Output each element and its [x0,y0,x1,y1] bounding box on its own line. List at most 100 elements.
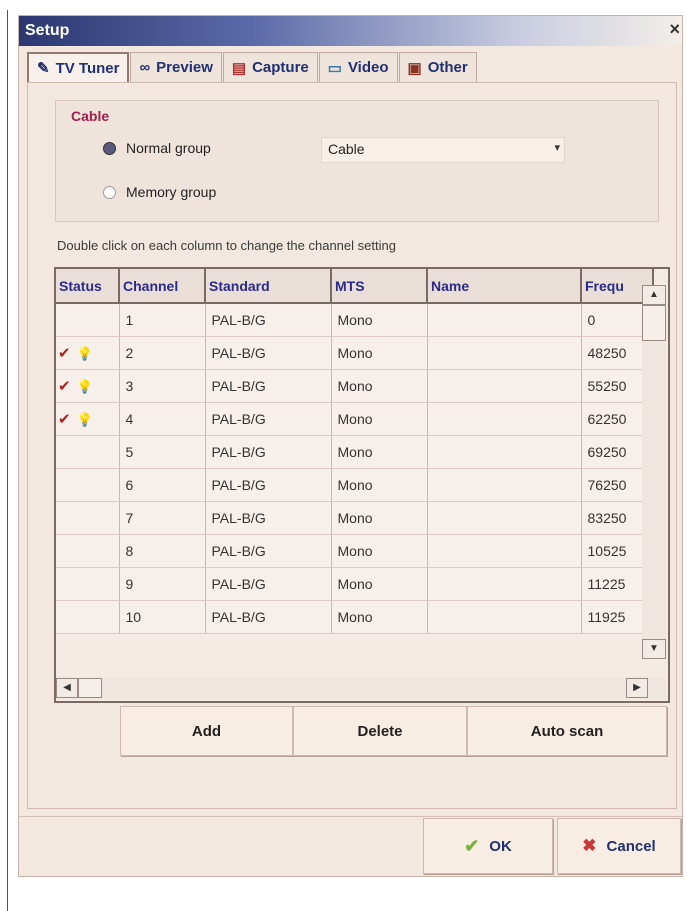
delete-button[interactable]: Delete [293,706,467,756]
cell-channel[interactable]: 2 [119,336,206,370]
cell-mts[interactable]: Mono [331,600,428,634]
cell-mts[interactable]: Mono [331,336,428,370]
cell-name[interactable] [427,600,582,634]
cell-standard[interactable]: PAL-B/G [205,567,332,601]
vertical-scrollbar[interactable]: ▲ ▼ [642,285,666,659]
lightbulb-icon: 💡 [76,412,93,427]
cell-channel[interactable]: 4 [119,402,206,436]
table-row[interactable]: ✔ 💡 3 PAL-B/G Mono 55250 [56,369,654,403]
capture-icon: ▤ [231,59,247,77]
title-bar[interactable]: Setup × [19,16,682,46]
cell-status[interactable] [56,600,120,634]
cell-channel[interactable]: 10 [119,600,206,634]
cell-standard[interactable]: PAL-B/G [205,435,332,469]
cable-select[interactable]: Cable ▾ [321,137,565,163]
cell-name[interactable] [427,336,582,370]
horizontal-scroll-thumb[interactable] [78,678,102,698]
cancel-button[interactable]: ✖ Cancel [557,818,681,874]
col-mts[interactable]: MTS [331,269,428,304]
col-standard[interactable]: Standard [205,269,332,304]
cell-name[interactable] [427,567,582,601]
cell-mts[interactable]: Mono [331,567,428,601]
table-row[interactable]: 7 PAL-B/G Mono 83250 [56,501,654,535]
scroll-left-icon[interactable]: ◀ [56,678,78,698]
col-channel[interactable]: Channel [119,269,206,304]
cell-channel[interactable]: 7 [119,501,206,535]
table-row[interactable]: 6 PAL-B/G Mono 76250 [56,468,654,502]
cell-status[interactable] [56,567,120,601]
tab-strip: ✎ TV Tuner ∞ Preview ▤ Capture ▭ Video ▣… [27,52,682,82]
cell-standard[interactable]: PAL-B/G [205,534,332,568]
cell-channel[interactable]: 8 [119,534,206,568]
cell-standard[interactable]: PAL-B/G [205,600,332,634]
hint-text: Double click on each column to change th… [57,238,396,253]
cell-status[interactable] [56,468,120,502]
cell-status[interactable]: ✔ 💡 [56,369,120,403]
cell-mts[interactable]: Mono [331,402,428,436]
table-row[interactable]: ✔ 💡 4 PAL-B/G Mono 62250 [56,402,654,436]
cell-name[interactable] [427,402,582,436]
col-name[interactable]: Name [427,269,582,304]
cell-standard[interactable]: PAL-B/G [205,369,332,403]
table-row[interactable]: 5 PAL-B/G Mono 69250 [56,435,654,469]
cell-status[interactable]: ✔ 💡 [56,402,120,436]
horizontal-scrollbar[interactable]: ◀ ▶ [56,677,666,699]
cell-standard[interactable]: PAL-B/G [205,402,332,436]
cell-status[interactable] [56,534,120,568]
tab-other[interactable]: ▣ Other [398,52,477,82]
cell-mts[interactable]: Mono [331,468,428,502]
cell-standard[interactable]: PAL-B/G [205,336,332,370]
cell-standard[interactable]: PAL-B/G [205,303,332,337]
chevron-down-icon[interactable]: ▾ [554,141,560,154]
auto-scan-button[interactable]: Auto scan [467,706,667,756]
table-row[interactable]: 10 PAL-B/G Mono 11925 [56,600,654,634]
tab-preview[interactable]: ∞ Preview [130,52,222,82]
cell-status[interactable] [56,435,120,469]
tab-label: Video [347,59,389,76]
tab-capture[interactable]: ▤ Capture [222,52,318,82]
tab-label: Other [427,59,468,76]
setup-dialog: Setup × ✎ TV Tuner ∞ Preview ▤ Capture ▭… [18,15,683,877]
cell-name[interactable] [427,501,582,535]
cell-channel[interactable]: 6 [119,468,206,502]
vertical-scroll-thumb[interactable] [642,305,666,341]
cell-channel[interactable]: 5 [119,435,206,469]
add-button[interactable]: Add [120,706,293,756]
cell-name[interactable] [427,369,582,403]
ok-button[interactable]: ✔ OK [423,818,553,874]
cell-mts[interactable]: Mono [331,369,428,403]
cell-mts[interactable]: Mono [331,303,428,337]
edge-line [7,10,8,911]
cell-name[interactable] [427,435,582,469]
table-row[interactable]: 9 PAL-B/G Mono 11225 [56,567,654,601]
close-icon[interactable]: × [669,19,680,40]
table-row[interactable]: 1 PAL-B/G Mono 0 [56,303,654,337]
cell-status[interactable] [56,501,120,535]
cell-channel[interactable]: 3 [119,369,206,403]
cell-name[interactable] [427,468,582,502]
cell-standard[interactable]: PAL-B/G [205,468,332,502]
memory-group-radio[interactable]: Memory group [103,184,216,200]
cell-mts[interactable]: Mono [331,534,428,568]
cell-status[interactable] [56,303,120,337]
scroll-down-icon[interactable]: ▼ [642,639,666,659]
cell-name[interactable] [427,303,582,337]
cell-status[interactable]: ✔ 💡 [56,336,120,370]
col-status[interactable]: Status [56,269,120,304]
table-row[interactable]: ✔ 💡 2 PAL-B/G Mono 48250 [56,336,654,370]
tab-label: Preview [156,59,213,76]
checkmark-icon: ✔ [58,411,71,428]
tab-tv-tuner[interactable]: ✎ TV Tuner [27,52,130,82]
cell-standard[interactable]: PAL-B/G [205,501,332,535]
cell-mts[interactable]: Mono [331,435,428,469]
table-row[interactable]: 8 PAL-B/G Mono 10525 [56,534,654,568]
cell-name[interactable] [427,534,582,568]
cell-channel[interactable]: 9 [119,567,206,601]
normal-group-radio[interactable]: Normal group [103,140,211,156]
cable-select-value: Cable [328,141,365,157]
cell-mts[interactable]: Mono [331,501,428,535]
scroll-right-icon[interactable]: ▶ [626,678,648,698]
tab-video[interactable]: ▭ Video [318,52,398,82]
scroll-up-icon[interactable]: ▲ [642,285,666,305]
cell-channel[interactable]: 1 [119,303,206,337]
